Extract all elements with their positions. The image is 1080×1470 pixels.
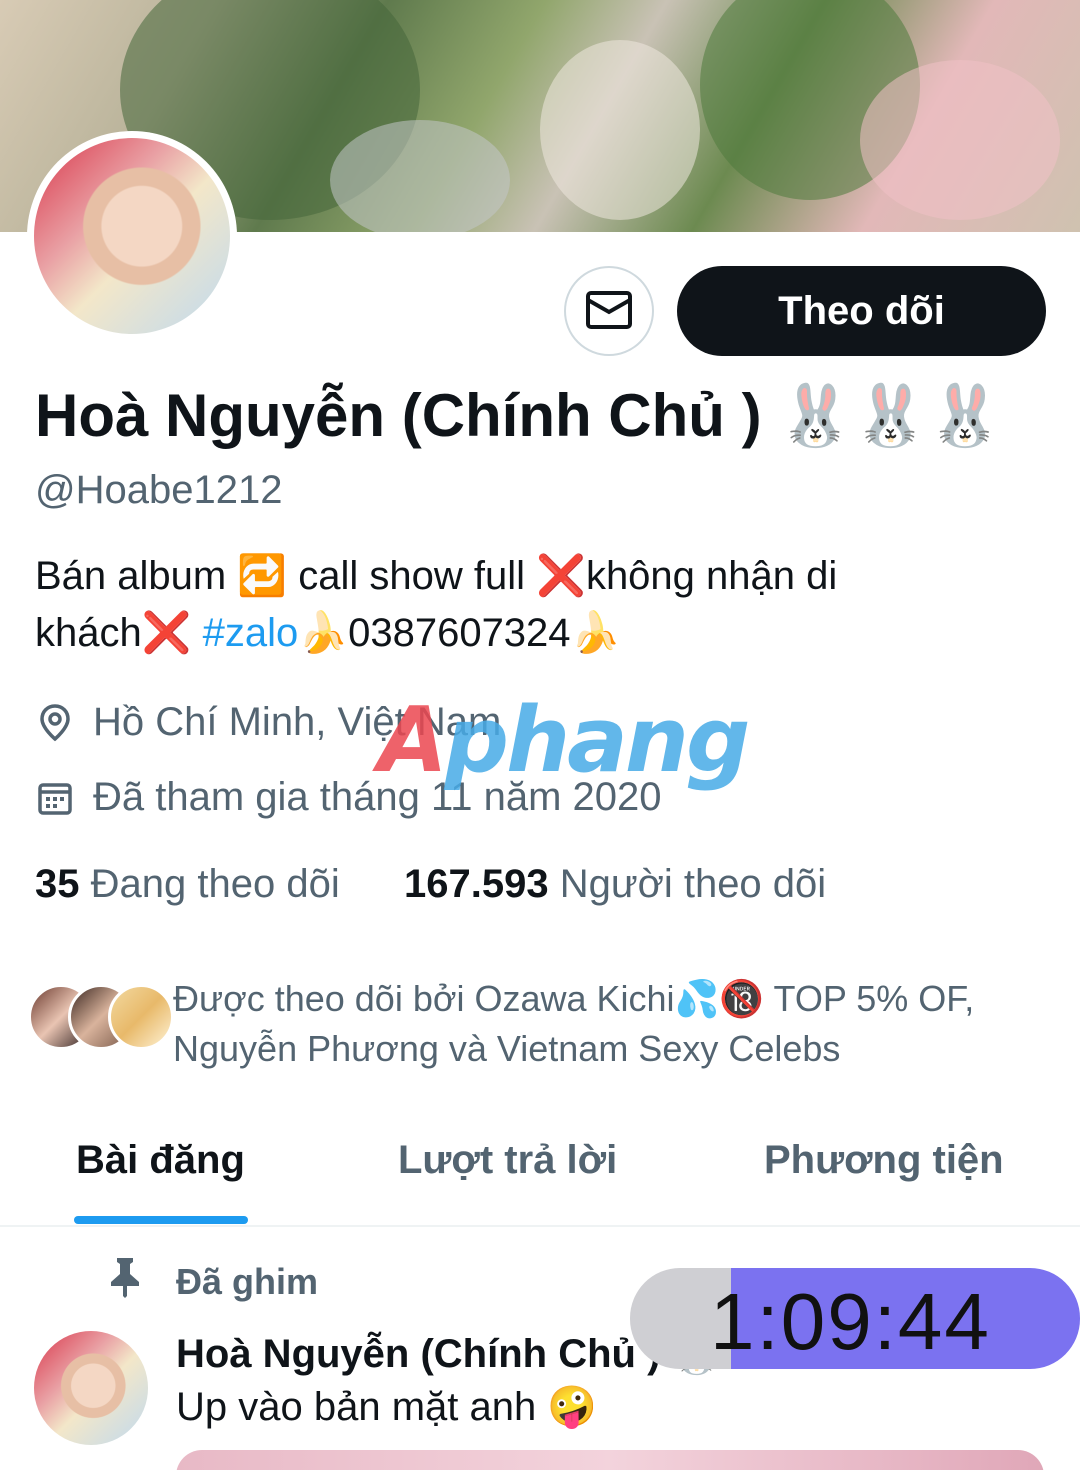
profile-stats: 35 Đang theo dõi 167.593 Người theo dõi [35, 862, 826, 907]
profile-handle: @Hoabe1212 [35, 468, 283, 512]
follow-button[interactable]: Theo dõi [677, 266, 1046, 356]
pin-icon [108, 1256, 142, 1307]
bio-hashtag-link[interactable]: #zalo [203, 611, 299, 655]
bio-phone: 🍌0387607324🍌 [298, 611, 621, 655]
post-text: Up vào bản mặt anh 🤪 [176, 1385, 598, 1429]
profile-bio: Bán album 🔁 call show full ❌không nhận d… [35, 548, 1045, 662]
tab-media[interactable]: Phương tiện [764, 1138, 1004, 1183]
profile-name-emoji: 🐰🐰🐰 [778, 382, 1003, 449]
followed-by-text: Được theo dõi bởi Ozawa Kichi💦🔞 TOP 5% O… [173, 978, 975, 1069]
profile-tabs: Bài đăng Lượt trả lời Phương tiện [0, 1120, 1080, 1227]
profile-name: Hoà Nguyễn (Chính Chủ ) 🐰🐰🐰 [35, 380, 1002, 451]
profile-avatar[interactable] [27, 131, 237, 341]
tab-posts[interactable]: Bài đăng [76, 1138, 245, 1183]
bio-text: khách❌ [35, 611, 203, 655]
calendar-icon [35, 778, 75, 818]
following-link[interactable]: 35 Đang theo dõi [35, 862, 340, 906]
bio-line-1: Bán album 🔁 call show full ❌không nhận d… [35, 554, 838, 598]
message-button[interactable] [564, 266, 654, 356]
pinned-label: Đã ghim [108, 1256, 318, 1307]
active-tab-indicator [74, 1216, 248, 1224]
post-author-avatar[interactable] [34, 1331, 148, 1445]
tab-replies[interactable]: Lượt trả lời [398, 1138, 617, 1183]
timer-overlay: 1:09:44 [630, 1268, 1080, 1369]
profile-name-text: Hoà Nguyễn (Chính Chủ ) [35, 382, 762, 449]
avatar [108, 984, 174, 1050]
post-media[interactable] [176, 1450, 1044, 1470]
timer-value: 1:09:44 [710, 1277, 991, 1366]
watermark-logo: Aphang [378, 688, 750, 793]
followers-link[interactable]: 167.593 Người theo dõi [404, 862, 826, 906]
mail-icon [585, 290, 633, 333]
location-pin-icon [35, 703, 75, 743]
followed-by-row[interactable]: Được theo dõi bởi Ozawa Kichi💦🔞 TOP 5% O… [28, 974, 1048, 1074]
bio-line-2: khách❌ #zalo🍌0387607324🍌 [35, 605, 1045, 662]
